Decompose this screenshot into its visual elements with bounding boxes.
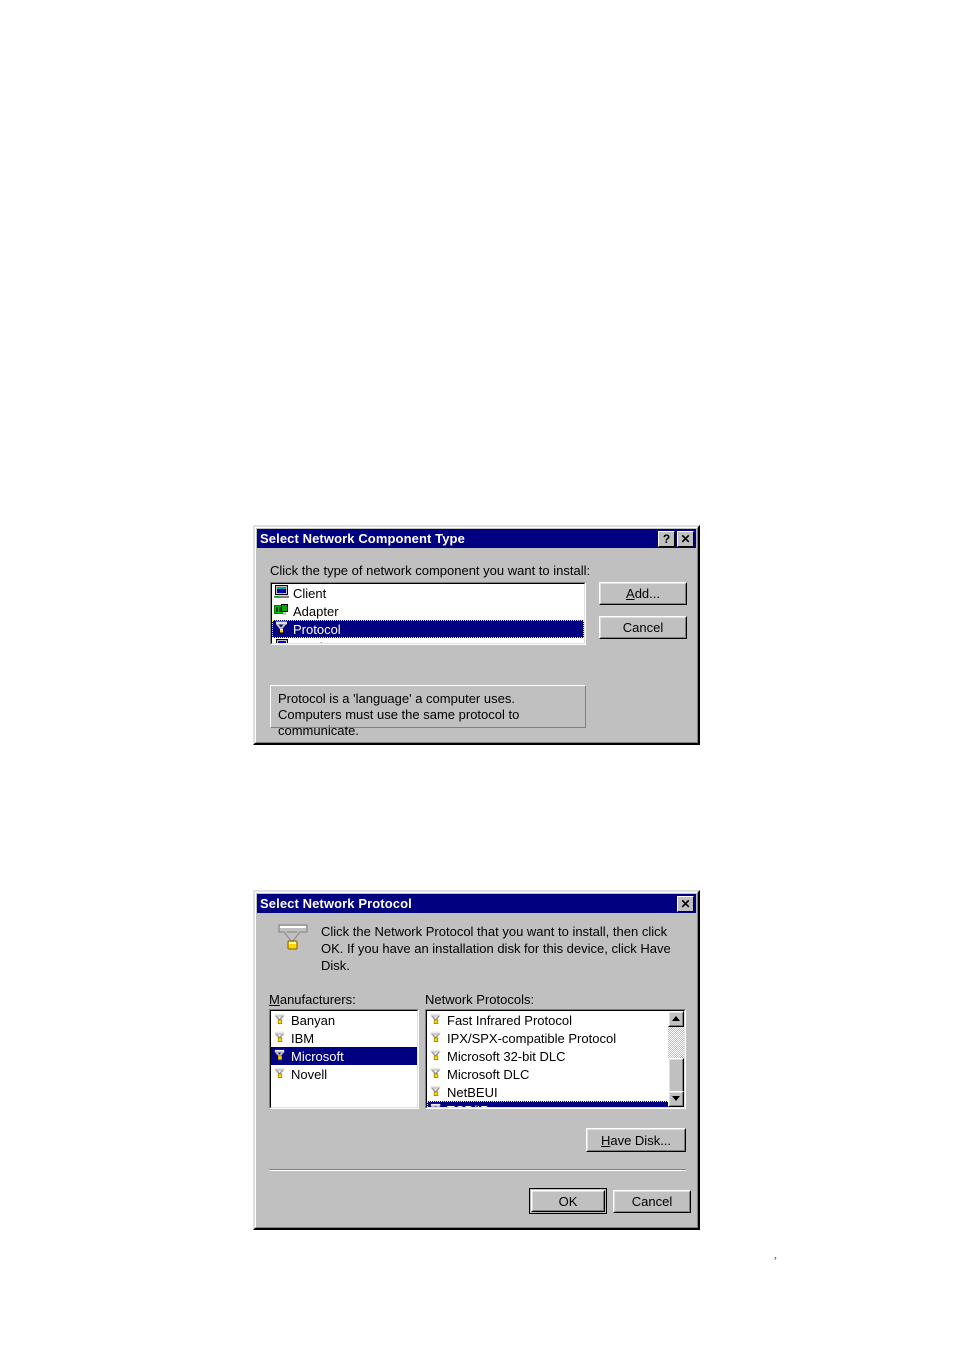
list-item[interactable]: NetBEUI xyxy=(427,1083,670,1101)
list-item-label: Microsoft 32-bit DLC xyxy=(447,1048,566,1064)
chevron-down-icon xyxy=(672,1096,680,1101)
network-protocols-listbox[interactable]: Fast Infrared Protocol IPX/SPX-compatibl… xyxy=(425,1009,686,1109)
add-button[interactable]: Add... xyxy=(599,582,687,605)
select-network-component-type-dialog: Select Network Component Type ? ✕ Click … xyxy=(253,525,700,745)
have-disk-button-label: Have Disk... xyxy=(600,1132,672,1148)
list-item-label: Fast Infrared Protocol xyxy=(447,1012,572,1028)
network-protocol-icon xyxy=(274,621,289,638)
network-service-icon xyxy=(274,638,289,643)
list-item[interactable]: Microsoft DLC xyxy=(427,1065,670,1083)
close-icon[interactable]: ✕ xyxy=(677,530,694,547)
network-protocol-icon xyxy=(429,1030,443,1047)
client-computer-icon xyxy=(274,584,289,602)
cancel-button-bevel: Cancel xyxy=(600,617,686,638)
description-box: Protocol is a 'language' a computer uses… xyxy=(270,685,586,738)
network-protocols-label: Network Protocols: xyxy=(425,992,535,1007)
dialog1-title: Select Network Component Type xyxy=(260,531,465,546)
list-item-label: Protocol xyxy=(293,621,341,637)
list-item-selected[interactable]: Protocol xyxy=(272,620,584,638)
component-type-listbox-inner: Client Adapter Protocol xyxy=(271,583,585,644)
list-item-label: Microsoft DLC xyxy=(447,1066,530,1082)
dialog1-prompt-label: Click the type of network component you … xyxy=(270,563,591,578)
ok-button[interactable]: OK xyxy=(529,1188,607,1214)
footer-separator xyxy=(269,1169,686,1171)
list-item-label: IBM xyxy=(291,1030,315,1046)
network-protocol-icon xyxy=(273,1066,287,1083)
list-item[interactable]: Adapter xyxy=(272,602,584,620)
network-protocol-icon xyxy=(275,922,311,961)
ok-button-bevel: OK xyxy=(532,1191,604,1211)
list-item-label: Adapter xyxy=(293,603,339,619)
network-protocols-listbox-inner: Fast Infrared Protocol IPX/SPX-compatibl… xyxy=(426,1010,685,1108)
stray-page-mark: , xyxy=(774,1247,777,1261)
network-adapter-icon xyxy=(274,603,289,620)
list-item[interactable]: Fast Infrared Protocol xyxy=(427,1011,670,1029)
cancel-button[interactable]: Cancel xyxy=(599,616,687,639)
list-item-label: Client xyxy=(293,585,327,601)
list-item[interactable]: Microsoft 32-bit DLC xyxy=(427,1047,670,1065)
scroll-down-bevel xyxy=(669,1092,683,1106)
network-protocol-icon xyxy=(429,1012,443,1029)
cancel-button[interactable]: Cancel xyxy=(613,1190,691,1213)
network-protocol-icon xyxy=(273,1030,287,1047)
scroll-up-button[interactable] xyxy=(668,1011,684,1027)
list-item-label: IPX/SPX-compatible Protocol xyxy=(447,1030,617,1046)
scroll-down-button[interactable] xyxy=(668,1091,684,1107)
close-icon[interactable]: ✕ xyxy=(677,895,694,912)
list-item-label: Service xyxy=(293,640,336,644)
list-item[interactable]: Service xyxy=(272,638,584,644)
cancel-button-label: Cancel xyxy=(622,620,664,635)
have-disk-button-bevel: Have Disk... xyxy=(587,1129,685,1151)
dialog1-titlebar[interactable]: Select Network Component Type ? ✕ xyxy=(257,529,696,548)
list-item-selected[interactable]: TCP/IP xyxy=(427,1101,670,1108)
add-button-label: Add... xyxy=(626,586,660,601)
network-protocol-icon xyxy=(273,1048,287,1065)
cancel-button-label: Cancel xyxy=(631,1194,673,1209)
select-network-protocol-dialog: Select Network Protocol ✕ Click the Netw… xyxy=(253,890,700,1230)
ok-button-label: OK xyxy=(558,1193,578,1209)
dialog2-title: Select Network Protocol xyxy=(260,896,412,911)
manufacturers-listbox-inner: Banyan IBM Microsoft Novell xyxy=(270,1010,418,1108)
network-protocol-icon xyxy=(429,1048,443,1065)
network-protocol-icon xyxy=(429,1102,443,1107)
list-item-label: Banyan xyxy=(291,1012,336,1028)
add-button-bevel: Add... xyxy=(600,583,686,604)
dialog2-instruction: Click the Network Protocol that you want… xyxy=(321,924,671,973)
list-item-label: Microsoft xyxy=(291,1048,344,1064)
network-protocol-icon xyxy=(429,1066,443,1083)
list-item-label: TCP/IP xyxy=(447,1103,489,1108)
manufacturers-label: Manufacturers: xyxy=(269,992,356,1007)
network-protocol-icon xyxy=(273,1012,287,1029)
help-button[interactable]: ? xyxy=(658,530,675,547)
component-type-listbox[interactable]: Client Adapter Protocol xyxy=(270,582,586,645)
dialog2-titlebar[interactable]: Select Network Protocol ✕ xyxy=(257,894,696,913)
list-item-selected[interactable]: Microsoft xyxy=(271,1047,417,1065)
list-item[interactable]: Banyan xyxy=(271,1011,417,1029)
list-item[interactable]: Novell xyxy=(271,1065,417,1083)
chevron-up-icon xyxy=(672,1016,680,1021)
network-protocol-icon xyxy=(429,1084,443,1101)
list-item[interactable]: Client xyxy=(272,584,584,602)
cancel-button-bevel: Cancel xyxy=(614,1191,690,1212)
list-item[interactable]: IPX/SPX-compatible Protocol xyxy=(427,1029,670,1047)
protocols-scrollbar[interactable] xyxy=(668,1011,684,1107)
list-item-label: Novell xyxy=(291,1066,328,1082)
have-disk-button[interactable]: Have Disk... xyxy=(586,1128,686,1152)
ok-button-outer: OK xyxy=(531,1190,605,1212)
list-item[interactable]: IBM xyxy=(271,1029,417,1047)
scroll-up-bevel xyxy=(669,1012,683,1026)
list-item-label: NetBEUI xyxy=(447,1084,498,1100)
manufacturers-listbox[interactable]: Banyan IBM Microsoft Novell xyxy=(269,1009,419,1109)
